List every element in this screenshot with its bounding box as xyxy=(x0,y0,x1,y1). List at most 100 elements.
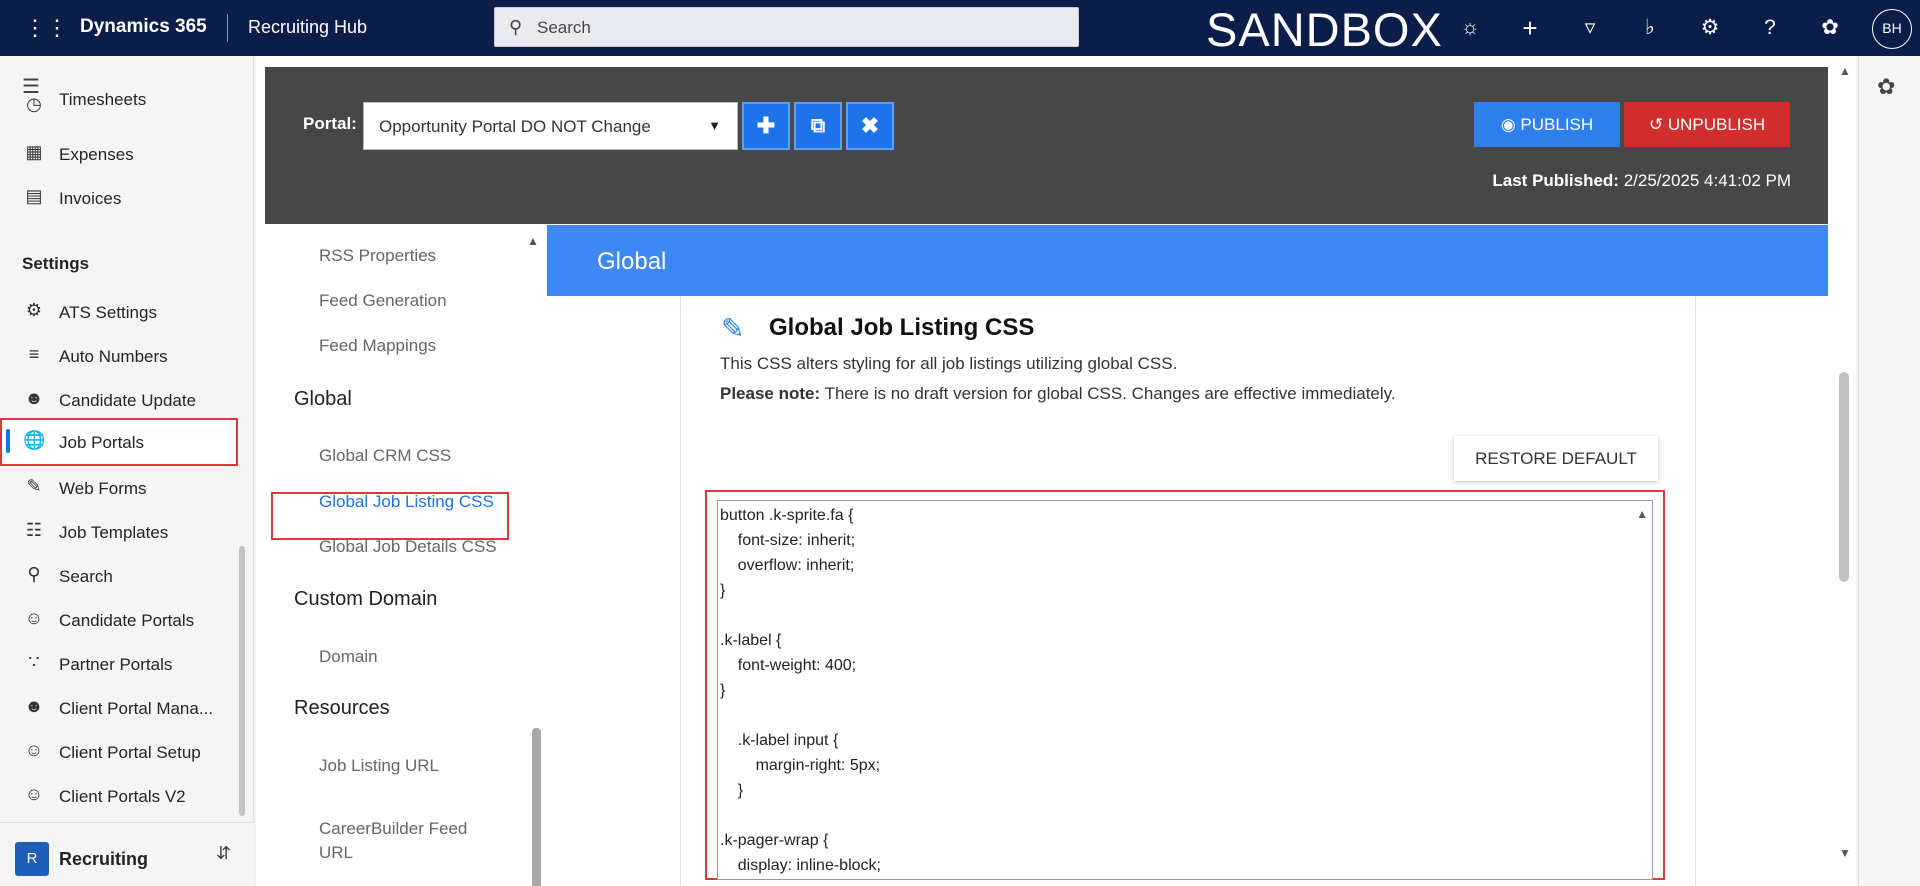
template-icon: ☷ xyxy=(25,520,43,540)
area-name[interactable]: Recruiting Hub xyxy=(248,17,367,38)
code-line: margin-right: 5px; xyxy=(720,757,881,774)
section-title: Global xyxy=(597,248,667,275)
timesheet-icon: ◷ xyxy=(26,94,42,114)
sidebar-item-client-portal-management[interactable]: ☻ Client Portal Mana... xyxy=(6,686,236,730)
code-line: font-weight: 400; xyxy=(720,657,857,674)
sidebar-item-web-forms[interactable]: ✎ Web Forms xyxy=(6,466,236,510)
sidebar-item-label: Expenses xyxy=(59,145,134,164)
help-icon[interactable]: ? xyxy=(1756,14,1784,42)
restore-default-button[interactable]: RESTORE DEFAULT xyxy=(1454,436,1658,481)
last-published-label: Last Published: xyxy=(1492,171,1619,190)
search-icon: ⚲ xyxy=(509,17,523,37)
search-input[interactable] xyxy=(537,16,1057,40)
numbered-list-icon: ≡ xyxy=(28,344,40,364)
avatar[interactable]: BH xyxy=(1872,9,1912,49)
area-switcher-label: Recruiting xyxy=(59,849,149,869)
portal-toolbar: Portal: Opportunity Portal DO NOT Change… xyxy=(265,67,1828,224)
top-bar: ⋮⋮ Dynamics 365 Recruiting Hub ⚲ SANDBOX… xyxy=(0,0,1920,56)
subnav-item-feed-mappings[interactable]: Feed Mappings xyxy=(319,336,436,356)
sidebar-item-client-portal-setup[interactable]: ☺ Client Portal Setup xyxy=(6,730,236,774)
css-editor-card: ✎ Global Job Listing CSS This CSS alters… xyxy=(680,296,1696,886)
sidebar-item-invoices[interactable]: ▤ Invoices xyxy=(6,176,236,220)
publish-button[interactable]: ◉ PUBLISH xyxy=(1474,102,1620,147)
sidebar-scrollbar[interactable] xyxy=(239,546,245,816)
section-banner: Global xyxy=(547,225,1828,296)
plus-icon[interactable]: + xyxy=(1516,14,1544,42)
copilot-icon[interactable]: ✿ xyxy=(1816,14,1844,42)
environment-label: SANDBOX xyxy=(1206,3,1443,56)
subnav-item-global-job-details-css[interactable]: Global Job Details CSS xyxy=(319,537,497,557)
app-name[interactable]: Dynamics 365 xyxy=(80,16,207,38)
unpublish-button[interactable]: ↺ UNPUBLISH xyxy=(1624,102,1790,147)
card-description: This CSS alters styling for all job list… xyxy=(720,354,1178,373)
css-code-lines: button .k-sprite.fa { font-size: inherit… xyxy=(720,503,1620,878)
sidebar-item-candidate-portals[interactable]: ☺ Candidate Portals xyxy=(6,598,236,642)
subnav-item-job-listing-url[interactable]: Job Listing URL xyxy=(319,756,439,776)
code-line: } xyxy=(720,782,744,799)
sidebar-item-label: Job Portals xyxy=(59,433,145,452)
area-switcher[interactable]: R Recruiting ⇵ xyxy=(0,822,254,886)
subnav-item-global-crm-css[interactable]: Global CRM CSS xyxy=(319,446,451,466)
lightbulb-icon[interactable]: ☼ xyxy=(1456,14,1484,42)
copy-portal-button[interactable]: ⧉ xyxy=(794,102,842,150)
undo-icon: ↺ xyxy=(1648,115,1664,134)
expenses-icon: ▦ xyxy=(25,142,43,162)
sidebar-item-job-templates[interactable]: ☷ Job Templates xyxy=(6,510,236,554)
sidebar-item-expenses[interactable]: ▦ Expenses xyxy=(6,132,236,176)
subnav-item-global-job-listing-css[interactable]: Global Job Listing CSS xyxy=(319,492,494,512)
unpublish-label: UNPUBLISH xyxy=(1667,115,1766,134)
subnav-heading-resources: Resources xyxy=(294,697,390,719)
scroll-up-icon[interactable]: ▲ xyxy=(1839,64,1851,78)
sidebar-item-partner-portals[interactable]: ∵ Partner Portals xyxy=(6,642,236,686)
divider xyxy=(227,14,228,42)
note-label: Please note: xyxy=(720,384,821,403)
global-search[interactable]: ⚲ xyxy=(494,7,1079,47)
person-sync-icon: ☻ xyxy=(24,388,44,408)
card-title: Global Job Listing CSS xyxy=(769,314,1035,341)
subnav-item-feed-generation[interactable]: Feed Generation xyxy=(319,291,447,311)
scroll-up-icon[interactable]: ▲ xyxy=(527,234,539,248)
app-launcher-icon[interactable]: ⋮⋮ xyxy=(24,14,68,42)
sidebar-item-label: Timesheets xyxy=(59,92,147,109)
sidebar-item-label: Candidate Portals xyxy=(59,611,195,630)
subnav-item-careerbuilder-feed-url[interactable]: CareerBuilder Feed URL xyxy=(319,817,489,865)
edit-icon: ✎ xyxy=(721,313,745,344)
gear-icon[interactable]: ⚙ xyxy=(1696,14,1724,42)
right-rail: ✿ xyxy=(1858,56,1920,886)
filter-icon[interactable]: ▿ xyxy=(1576,14,1604,42)
sidebar-item-ats-settings[interactable]: ⚙ ATS Settings xyxy=(6,290,236,334)
portal-settings-nav: ▲ RSS Properties Feed Generation Feed Ma… xyxy=(265,224,547,886)
main-scrollbar[interactable]: ▲ ▼ xyxy=(1833,56,1856,886)
sidebar-item-search[interactable]: ⚲ Search xyxy=(6,554,236,598)
portal-label: Portal: xyxy=(303,114,357,133)
person-icon: ☺ xyxy=(24,784,44,804)
subnav-item-domain[interactable]: Domain xyxy=(319,647,378,667)
sidebar-item-candidate-update[interactable]: ☻ Candidate Update xyxy=(6,378,236,422)
delete-portal-button[interactable]: ✖ xyxy=(846,102,894,150)
code-line: } xyxy=(720,582,726,599)
scroll-down-icon[interactable]: ▼ xyxy=(1839,846,1851,860)
sidebar-item-client-portals-v2[interactable]: ☺ Client Portals V2 xyxy=(6,774,236,818)
sidebar-item-job-portals[interactable]: 🌐 Job Portals xyxy=(0,418,238,466)
code-line: font-size: inherit; xyxy=(720,532,856,549)
code-line: button .k-sprite.fa { xyxy=(720,507,854,524)
copilot-icon[interactable]: ✿ xyxy=(1877,74,1895,100)
sidebar-item-label: Auto Numbers xyxy=(59,347,168,366)
sidebar-item-auto-numbers[interactable]: ≡ Auto Numbers xyxy=(6,334,236,378)
editor-scroll-up-icon[interactable]: ▲ xyxy=(1636,507,1648,521)
last-published-value: 2/25/2025 4:41:02 PM xyxy=(1623,171,1791,190)
caret-down-icon: ▼ xyxy=(708,118,721,133)
sidebar-item-timesheets[interactable]: ◷ Timesheets xyxy=(6,92,236,132)
form-edit-icon: ✎ xyxy=(26,476,42,496)
css-code-editor[interactable]: button .k-sprite.fa { font-size: inherit… xyxy=(717,500,1653,880)
sidebar-item-label: Search xyxy=(59,567,113,586)
portal-select[interactable]: Opportunity Portal DO NOT Change ▼ xyxy=(363,102,738,150)
subnav-item-rss-properties[interactable]: RSS Properties xyxy=(319,246,436,266)
add-portal-button[interactable]: ✚ xyxy=(742,102,790,150)
card-note: Please note: There is no draft version f… xyxy=(720,384,1396,404)
sidebar-item-label: Job Templates xyxy=(59,523,169,542)
scrollbar-thumb[interactable] xyxy=(1839,372,1849,582)
subnav-scrollbar[interactable] xyxy=(532,728,541,886)
bell-icon[interactable]: ♭ xyxy=(1636,14,1664,42)
